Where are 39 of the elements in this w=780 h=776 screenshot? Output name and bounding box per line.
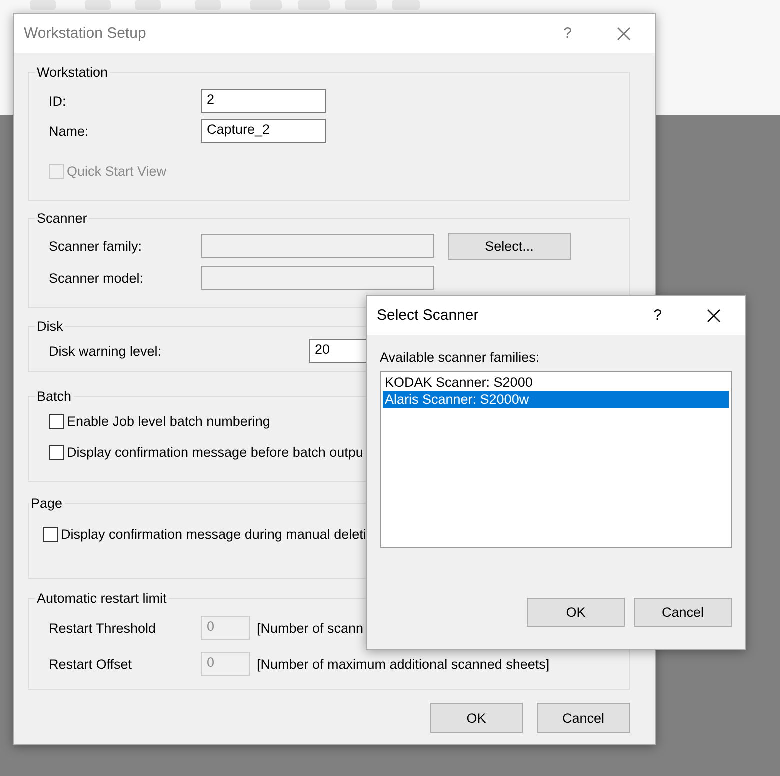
input-field[interactable] bbox=[201, 266, 434, 290]
checkbox[interactable] bbox=[43, 527, 58, 542]
input-field[interactable]: Capture_2 bbox=[201, 119, 326, 143]
group-title: Automatic restart limit bbox=[36, 591, 168, 606]
select-button[interactable]: Select... bbox=[448, 232, 571, 260]
field-label: Restart Threshold bbox=[49, 620, 158, 636]
window-title: Workstation Setup bbox=[24, 25, 148, 42]
group-title: Disk bbox=[36, 319, 64, 334]
field-label: Name: bbox=[49, 124, 90, 138]
group-title: Page bbox=[30, 496, 64, 511]
list-box[interactable]: KODAK Scanner: S2000 Alaris Scanner: S2000w bbox=[380, 371, 732, 548]
field-label: ID: bbox=[49, 94, 68, 108]
group-title: Workstation bbox=[36, 65, 110, 80]
dialog-button[interactable]: Cancel bbox=[537, 703, 630, 733]
checkbox[interactable] bbox=[49, 414, 64, 429]
field-label: Scanner family: bbox=[49, 238, 144, 254]
window-title: Select Scanner bbox=[377, 307, 480, 324]
close-icon[interactable] bbox=[707, 308, 721, 322]
dialog-button[interactable]: Cancel bbox=[634, 598, 732, 627]
checkbox[interactable] bbox=[49, 445, 64, 460]
group-title: Batch bbox=[36, 389, 73, 404]
input-field[interactable]: 2 bbox=[201, 89, 326, 113]
input-field[interactable] bbox=[201, 234, 434, 258]
dialog-button[interactable]: OK bbox=[430, 703, 523, 733]
checkbox-label: Enable Job level batch numbering bbox=[67, 414, 270, 429]
group-title: Scanner bbox=[36, 211, 88, 226]
field-label: Restart Offset bbox=[49, 656, 134, 672]
field-label: Scanner model: bbox=[49, 270, 145, 286]
checkbox-label: Display confirmation message before batch outpu bbox=[67, 445, 364, 460]
hint-text: [Number of scann bbox=[257, 620, 364, 636]
list-item[interactable]: KODAK Scanner: S2000 bbox=[383, 374, 729, 391]
checkbox-label: Quick Start View bbox=[67, 164, 167, 179]
list-item[interactable]: Alaris Scanner: S2000w bbox=[383, 391, 729, 408]
help-button[interactable]: ? bbox=[654, 307, 662, 324]
field-label: Disk warning level: bbox=[49, 344, 163, 358]
checkbox-label: Display confirmation message during manual deleti bbox=[61, 527, 366, 542]
hint-text: [Number of maximum additional scanned sheets] bbox=[257, 656, 550, 672]
help-button[interactable]: ? bbox=[564, 25, 572, 42]
dialog-button[interactable]: OK bbox=[527, 598, 625, 627]
